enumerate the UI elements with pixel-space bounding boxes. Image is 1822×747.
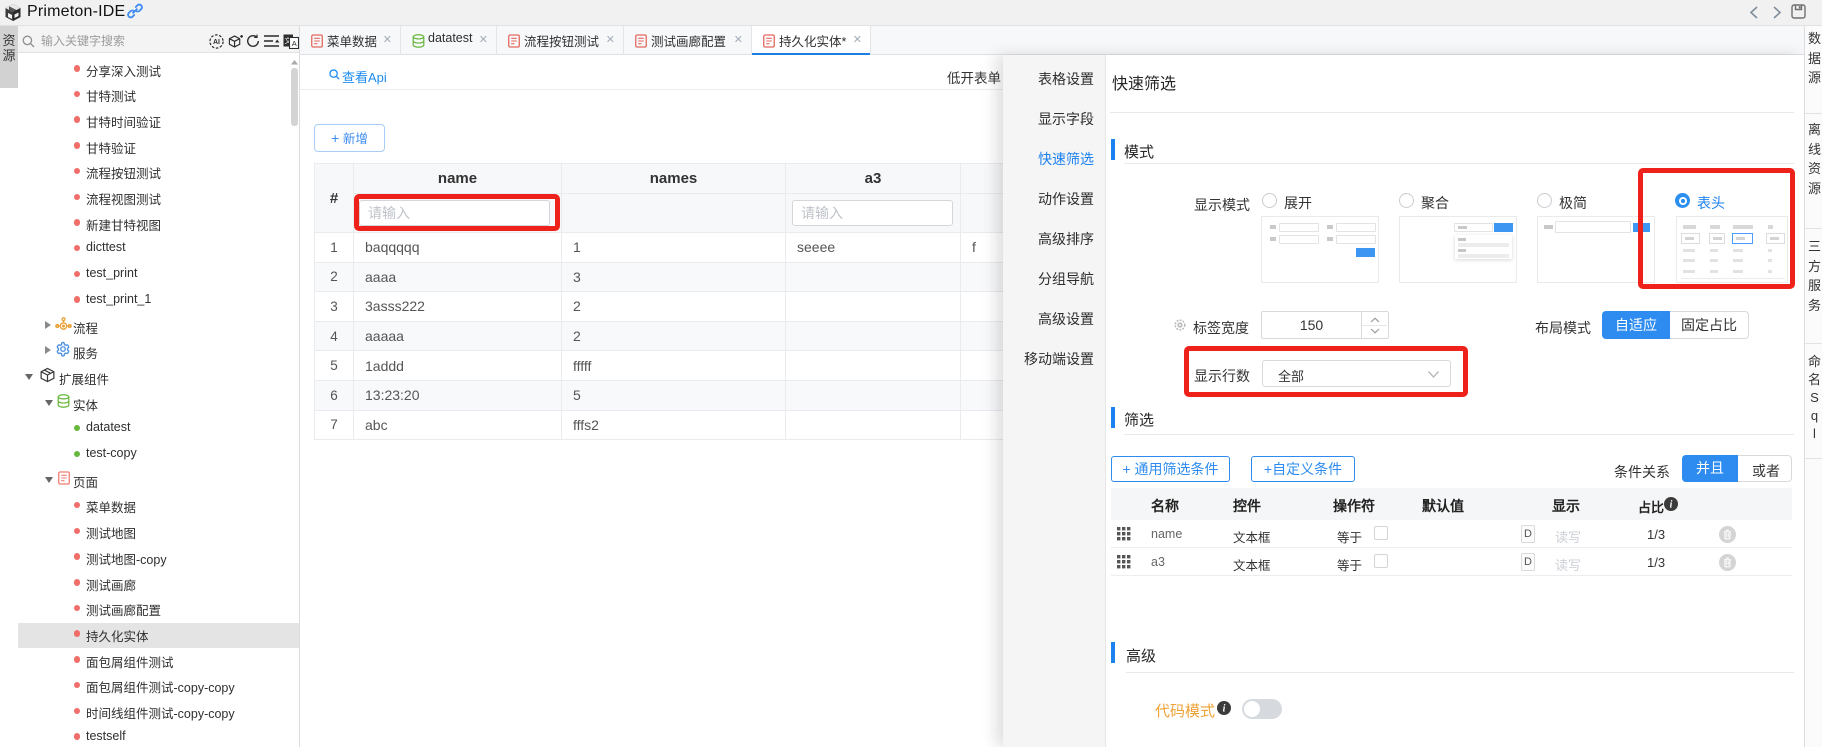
- svg-text:i: i: [1223, 704, 1226, 715]
- svg-text:AI: AI: [213, 39, 220, 46]
- svg-text:A: A: [292, 39, 297, 48]
- svg-text:i: i: [1670, 500, 1673, 511]
